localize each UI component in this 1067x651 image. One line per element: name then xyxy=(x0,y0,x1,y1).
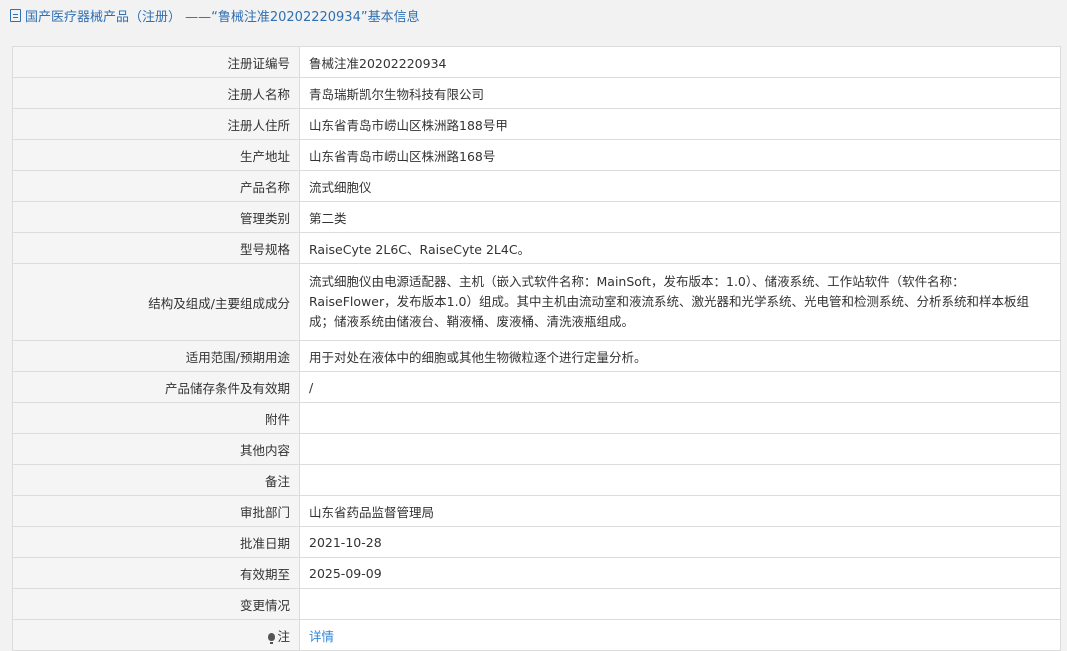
row-value: / xyxy=(299,371,1061,403)
row-label: 管理类别 xyxy=(12,201,300,233)
row-label: 产品名称 xyxy=(12,170,300,202)
details-link[interactable]: 详情 xyxy=(309,629,334,644)
table-row-product-name: 产品名称 流式细胞仪 xyxy=(12,170,1061,202)
row-value xyxy=(299,464,1061,496)
row-label: 变更情况 xyxy=(12,588,300,620)
lightbulb-icon xyxy=(268,632,276,644)
table-row-note: 注 详情 xyxy=(12,619,1061,651)
row-label-with-icon: 注 xyxy=(12,619,300,651)
row-label: 其他内容 xyxy=(12,433,300,465)
table-row-structure-composition: 结构及组成/主要组成成分 流式细胞仪由电源适配器、主机（嵌入式软件名称：Main… xyxy=(12,263,1061,341)
table-row-registrant-name: 注册人名称 青岛瑞斯凯尔生物科技有限公司 xyxy=(12,77,1061,109)
row-label: 审批部门 xyxy=(12,495,300,527)
row-value xyxy=(299,402,1061,434)
row-value: 第二类 xyxy=(299,201,1061,233)
table-row-valid-until: 有效期至 2025-09-09 xyxy=(12,557,1061,589)
row-label: 结构及组成/主要组成成分 xyxy=(12,263,300,341)
row-label: 生产地址 xyxy=(12,139,300,171)
page-title-bar: 国产医疗器械产品（注册） ——“鲁械注准20202220934”基本信息 xyxy=(0,0,1067,36)
row-label: 有效期至 xyxy=(12,557,300,589)
page-title: 国产医疗器械产品（注册） ——“鲁械注准20202220934”基本信息 xyxy=(25,10,420,25)
table-row-storage-conditions: 产品储存条件及有效期 / xyxy=(12,371,1061,403)
row-label: 批准日期 xyxy=(12,526,300,558)
table-row-intended-use: 适用范围/预期用途 用于对处在液体中的细胞或其他生物微粒逐个进行定量分析。 xyxy=(12,340,1061,372)
row-value: 2025-09-09 xyxy=(299,557,1061,589)
table-row-management-category: 管理类别 第二类 xyxy=(12,201,1061,233)
table-row-model-spec: 型号规格 RaiseCyte 2L6C、RaiseCyte 2L4C。 xyxy=(12,232,1061,264)
row-value xyxy=(299,433,1061,465)
row-value: 山东省青岛市崂山区株洲路168号 xyxy=(299,139,1061,171)
row-value: 鲁械注准20202220934 xyxy=(299,46,1061,78)
row-label: 备注 xyxy=(12,464,300,496)
table-row-production-address: 生产地址 山东省青岛市崂山区株洲路168号 xyxy=(12,139,1061,171)
row-label: 注册证编号 xyxy=(12,46,300,78)
document-icon xyxy=(10,9,21,22)
row-value: 青岛瑞斯凯尔生物科技有限公司 xyxy=(299,77,1061,109)
table-row-remarks: 备注 xyxy=(12,464,1061,496)
row-value: 山东省青岛市崂山区株洲路188号甲 xyxy=(299,108,1061,140)
row-label: 注册人名称 xyxy=(12,77,300,109)
table-row-change-status: 变更情况 xyxy=(12,588,1061,620)
table-row-attachments: 附件 xyxy=(12,402,1061,434)
row-label: 产品储存条件及有效期 xyxy=(12,371,300,403)
row-value: 流式细胞仪 xyxy=(299,170,1061,202)
row-value: 流式细胞仪由电源适配器、主机（嵌入式软件名称：MainSoft，发布版本：1.0… xyxy=(299,263,1061,341)
table-row-approval-date: 批准日期 2021-10-28 xyxy=(12,526,1061,558)
row-value: 用于对处在液体中的细胞或其他生物微粒逐个进行定量分析。 xyxy=(299,340,1061,372)
row-value: 山东省药品监督管理局 xyxy=(299,495,1061,527)
info-table-container: 注册证编号 鲁械注准20202220934 注册人名称 青岛瑞斯凯尔生物科技有限… xyxy=(12,46,1061,651)
row-label: 注 xyxy=(277,628,290,644)
table-row-registration-number: 注册证编号 鲁械注准20202220934 xyxy=(12,46,1061,78)
table-row-other-content: 其他内容 xyxy=(12,433,1061,465)
row-value xyxy=(299,588,1061,620)
row-value-cell: 详情 xyxy=(299,619,1061,651)
row-label: 注册人住所 xyxy=(12,108,300,140)
table-row-registrant-address: 注册人住所 山东省青岛市崂山区株洲路188号甲 xyxy=(12,108,1061,140)
table-row-approval-department: 审批部门 山东省药品监督管理局 xyxy=(12,495,1061,527)
row-label: 型号规格 xyxy=(12,232,300,264)
row-value: RaiseCyte 2L6C、RaiseCyte 2L4C。 xyxy=(299,232,1061,264)
row-label: 适用范围/预期用途 xyxy=(12,340,300,372)
info-table: 注册证编号 鲁械注准20202220934 注册人名称 青岛瑞斯凯尔生物科技有限… xyxy=(12,46,1061,651)
row-value: 2021-10-28 xyxy=(299,526,1061,558)
row-label: 附件 xyxy=(12,402,300,434)
